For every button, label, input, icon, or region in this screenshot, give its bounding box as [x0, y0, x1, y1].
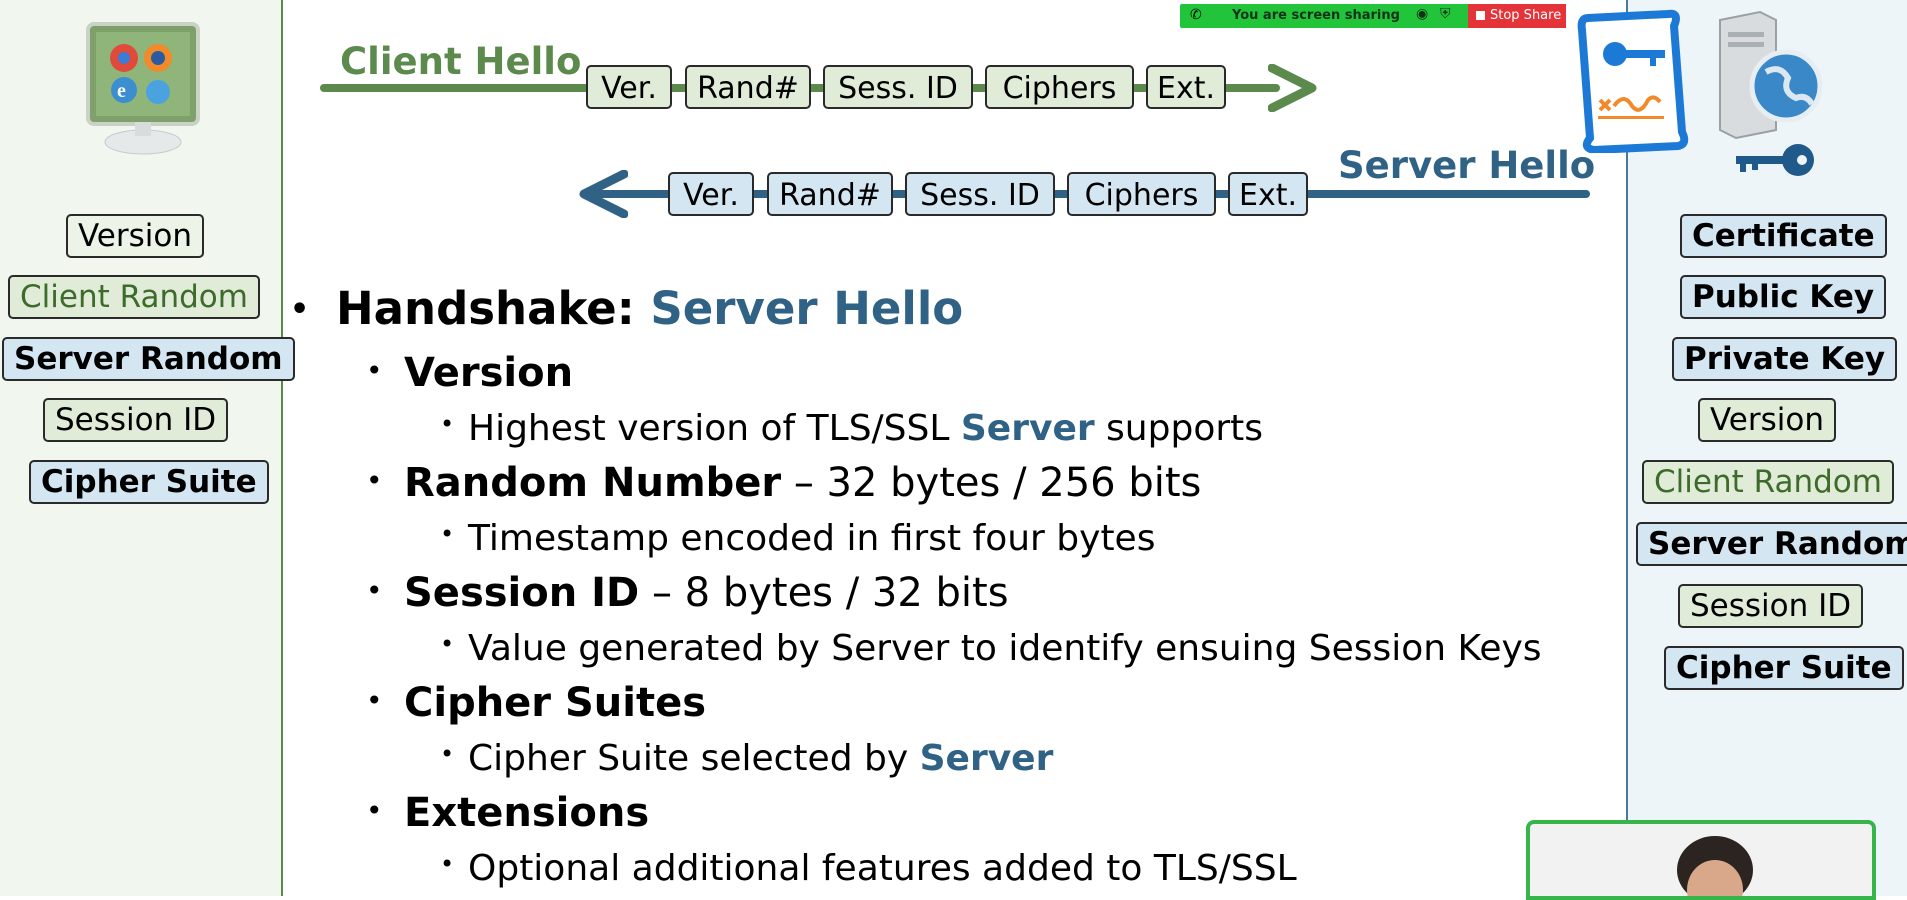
cipher-sub-pre: Cipher Suite selected by [468, 738, 920, 779]
shield-icon: ⛨ [1440, 6, 1451, 22]
left-item-server-random: Server Random [2, 337, 295, 381]
right-item-session-id: Session ID [1678, 584, 1864, 628]
client-field-random: Rand# [685, 65, 811, 109]
client-hello-flow: Client Hello Ver. Rand# Sess. ID Ciphers… [318, 40, 1338, 120]
session-title: Session ID [404, 570, 640, 616]
random-detail: – 32 bytes / 256 bits [781, 460, 1202, 506]
private-key-icon [1732, 140, 1816, 180]
right-item-cipher-suite: Cipher Suite [1664, 646, 1904, 690]
session-sub-text: Value generated by Server to identify en… [468, 628, 1542, 669]
server-field-extensions: Ext. [1228, 172, 1308, 216]
client-field-session-id: Sess. ID [823, 65, 973, 109]
server-field-session-id: Sess. ID [905, 172, 1055, 216]
heading-text: Handshake: Server Hello [336, 282, 963, 335]
client-hello-title: Client Hello [340, 40, 582, 83]
stop-share-label: Stop Share [1490, 8, 1562, 23]
share-status: You are screen sharing [1232, 8, 1400, 23]
pause-icon[interactable]: ◉ [1416, 6, 1428, 22]
right-item-server-random: Server Random [1636, 522, 1907, 566]
version-detail-text: Highest version of TLS/SSL Server suppor… [468, 408, 1263, 449]
server-field-ciphers: Ciphers [1067, 172, 1216, 216]
svg-text:e: e [117, 80, 126, 102]
server-hello-title: Server Hello [1338, 144, 1596, 187]
video-thumbnail[interactable] [1526, 820, 1876, 900]
heading-highlight: Server Hello [650, 282, 964, 335]
left-item-cipher-suite: Cipher Suite [29, 460, 269, 504]
random-sub-text: Timestamp encoded in first four bytes [468, 518, 1156, 559]
server-field-version: Ver. [668, 172, 754, 216]
right-item-client-random: Client Random [1642, 460, 1894, 504]
cipher-title: Cipher Suites [404, 680, 707, 726]
server-globe-icon [1714, 10, 1834, 140]
version-detail-post: supports [1094, 408, 1264, 449]
right-item-public-key: Public Key [1680, 275, 1887, 319]
version-detail-highlight: Server [960, 408, 1095, 449]
random-title: Random Number [404, 460, 782, 506]
session-detail: – 8 bytes / 32 bits [639, 570, 1009, 616]
random-text: Random Number – 32 bytes / 256 bits [404, 460, 1201, 506]
version-detail-pre: Highest version of TLS/SSL [468, 408, 961, 449]
session-text: Session ID – 8 bytes / 32 bits [404, 570, 1009, 616]
stop-icon [1476, 11, 1485, 20]
certificate-scroll-icon [1570, 8, 1700, 155]
client-field-extensions: Ext. [1146, 65, 1226, 109]
server-field-random: Rand# [767, 172, 893, 216]
heading-prefix: Handshake: [336, 282, 651, 335]
cipher-sub-highlight: Server [919, 738, 1054, 779]
right-item-private-key: Private Key [1672, 337, 1898, 381]
phone-icon[interactable]: ✆ [1190, 7, 1202, 23]
extensions-sub-text: Optional additional features added to TL… [468, 848, 1297, 889]
left-arrow-icon [578, 169, 629, 219]
server-hello-flow: Server Hello Ver. Rand# Sess. ID Ciphers… [578, 144, 1598, 224]
left-item-session-id: Session ID [43, 398, 229, 442]
left-item-client-random: Client Random [8, 275, 260, 319]
client-field-ciphers: Ciphers [985, 65, 1134, 109]
right-arrow-icon [1267, 63, 1318, 113]
client-computer-icon: e [78, 18, 208, 158]
left-item-version: Version [66, 214, 204, 258]
screen-share-bar: ✆ You are screen sharing ◉ ⛨ Stop Share [1180, 4, 1566, 28]
version-title: Version [404, 350, 574, 396]
server-panel: Certificate Public Key Private Key Versi… [1577, 0, 1907, 896]
cipher-sub-text: Cipher Suite selected by Server [468, 738, 1053, 779]
stop-share-button[interactable]: Stop Share [1468, 4, 1566, 28]
right-item-certificate: Certificate [1680, 214, 1887, 258]
presenter-avatar [1660, 830, 1770, 896]
extensions-title: Extensions [404, 790, 650, 836]
client-field-version: Ver. [586, 65, 672, 109]
right-item-version: Version [1698, 398, 1836, 442]
client-panel: e Version Client Random Server Random Se… [0, 0, 295, 896]
